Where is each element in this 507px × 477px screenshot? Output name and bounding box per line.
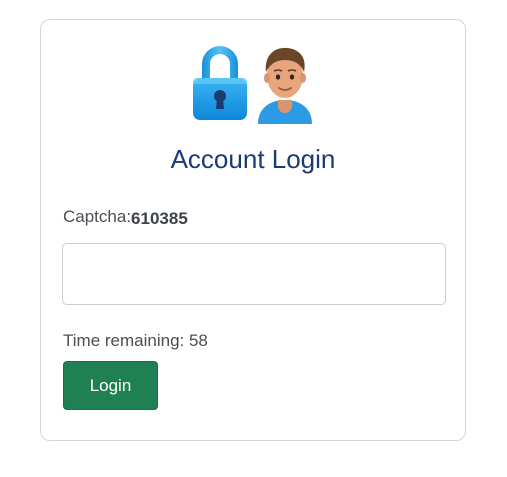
captcha-row: Captcha:610385 [63,207,188,228]
timer-label: Time remaining: [63,331,189,350]
login-card: Account Login Captcha:610385 Time remain… [40,19,466,441]
header-icons [41,42,465,124]
time-remaining: Time remaining: 58 [63,331,208,351]
lock-icon [190,42,250,124]
captcha-label: Captcha: [63,207,132,226]
timer-value: 58 [188,331,208,350]
captcha-code: 610385 [131,209,188,228]
login-button[interactable]: Login [63,361,158,410]
person-icon [254,42,316,124]
captcha-input[interactable] [62,243,446,305]
page-title: Account Login [170,144,336,174]
